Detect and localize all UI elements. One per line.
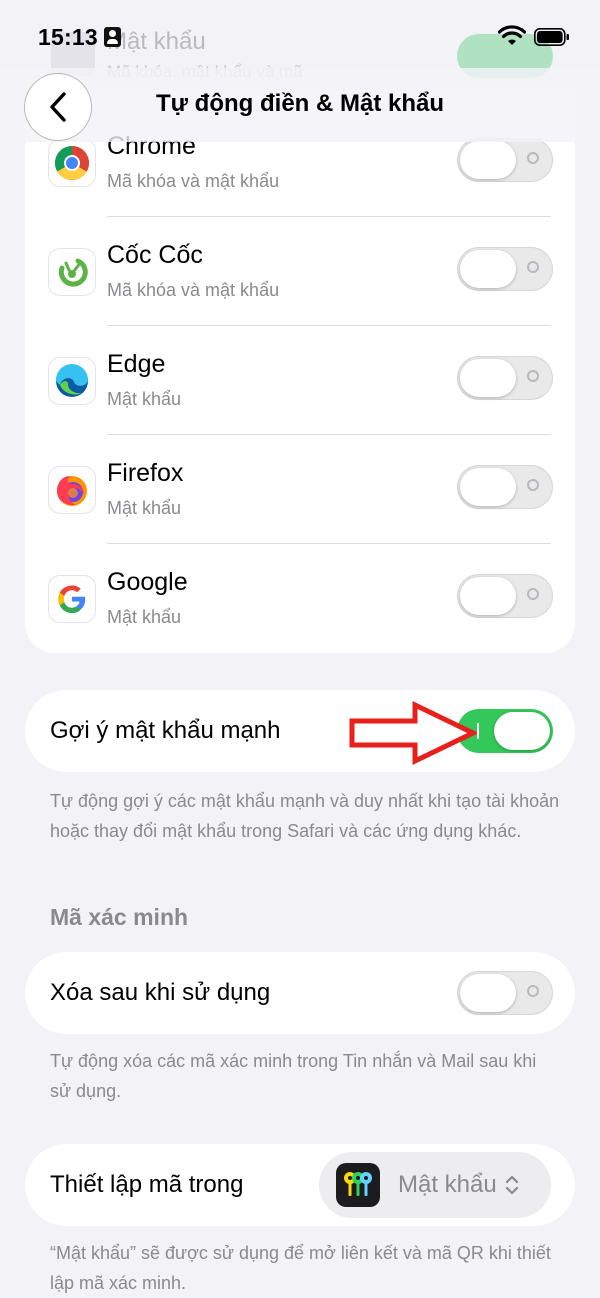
app-row-coccoc[interactable]: Cốc Cốc Mã khóa và mật khẩu [25,217,575,326]
app-subtitle: Mật khẩu [107,607,182,627]
back-button[interactable] [25,74,91,140]
chevron-left-icon [50,92,66,122]
setup-codes-row: Thiết lập mã trong Mật khẩu [25,1144,575,1226]
status-time: 15:13 [38,24,98,50]
app-subtitle: Mã khóa và mật khẩu [107,171,280,191]
app-row-edge[interactable]: Edge Mật khẩu [25,326,575,435]
app-subtitle: Mật khẩu [107,498,182,518]
google-toggle[interactable] [457,574,553,618]
delete-after-use-label: Xóa sau khi sử dụng [50,979,271,1006]
delete-after-use-footnote: Tự động xóa các mã xác minh trong Tin nh… [50,1051,537,1101]
firefox-toggle[interactable] [457,465,553,509]
picker-selected-value: Mật khẩu [398,1171,497,1198]
coccoc-icon [49,249,95,295]
app-subtitle: Mã khóa và mật khẩu [107,280,280,300]
strong-password-footnote: Tự động gợi ý các mật khẩu mạnh và duy n… [50,791,560,841]
app-row-google[interactable]: Google Mật khẩu [25,544,575,653]
contact-card-icon [104,27,121,47]
edge-icon [49,358,95,404]
coccoc-toggle[interactable] [457,247,553,291]
battery-icon [534,28,569,46]
setup-codes-label: Thiết lập mã trong [50,1171,244,1198]
wifi-icon [498,25,526,45]
app-name: Cốc Cốc [107,241,203,269]
status-bar: 15:13 [0,0,600,78]
verification-section-title: Mã xác minh [50,904,189,930]
chrome-icon [49,140,95,186]
chevron-up-down-icon [505,1173,519,1197]
delete-after-use-row[interactable]: Xóa sau khi sử dụng [25,952,575,1034]
app-picker[interactable]: Mật khẩu [319,1152,551,1218]
navigation-bar: Tự động điền & Mật khẩu [0,68,600,142]
passwords-app-icon [336,1163,380,1207]
google-icon [49,576,95,622]
app-name: Edge [107,350,166,378]
app-subtitle: Mật khẩu [107,389,182,409]
delete-after-use-toggle[interactable] [457,971,553,1015]
app-name: Firefox [107,459,184,487]
strong-password-label: Gợi ý mật khẩu mạnh [50,717,281,744]
edge-toggle[interactable] [457,356,553,400]
strong-password-row[interactable]: Gợi ý mật khẩu mạnh [25,690,575,772]
firefox-icon [49,467,95,513]
app-row-firefox[interactable]: Firefox Mật khẩu [25,435,575,544]
setup-codes-footnote: “Mật khẩu” sẽ được sử dụng để mở liên kế… [50,1243,551,1293]
annotation-arrow-icon [349,701,477,765]
page-title: Tự động điền & Mật khẩu [155,90,445,117]
chrome-toggle[interactable] [457,138,553,182]
autofill-app-list: Chrome Mã khóa và mật khẩu Cốc Cốc Mã kh… [25,90,575,653]
app-name: Google [107,568,188,596]
